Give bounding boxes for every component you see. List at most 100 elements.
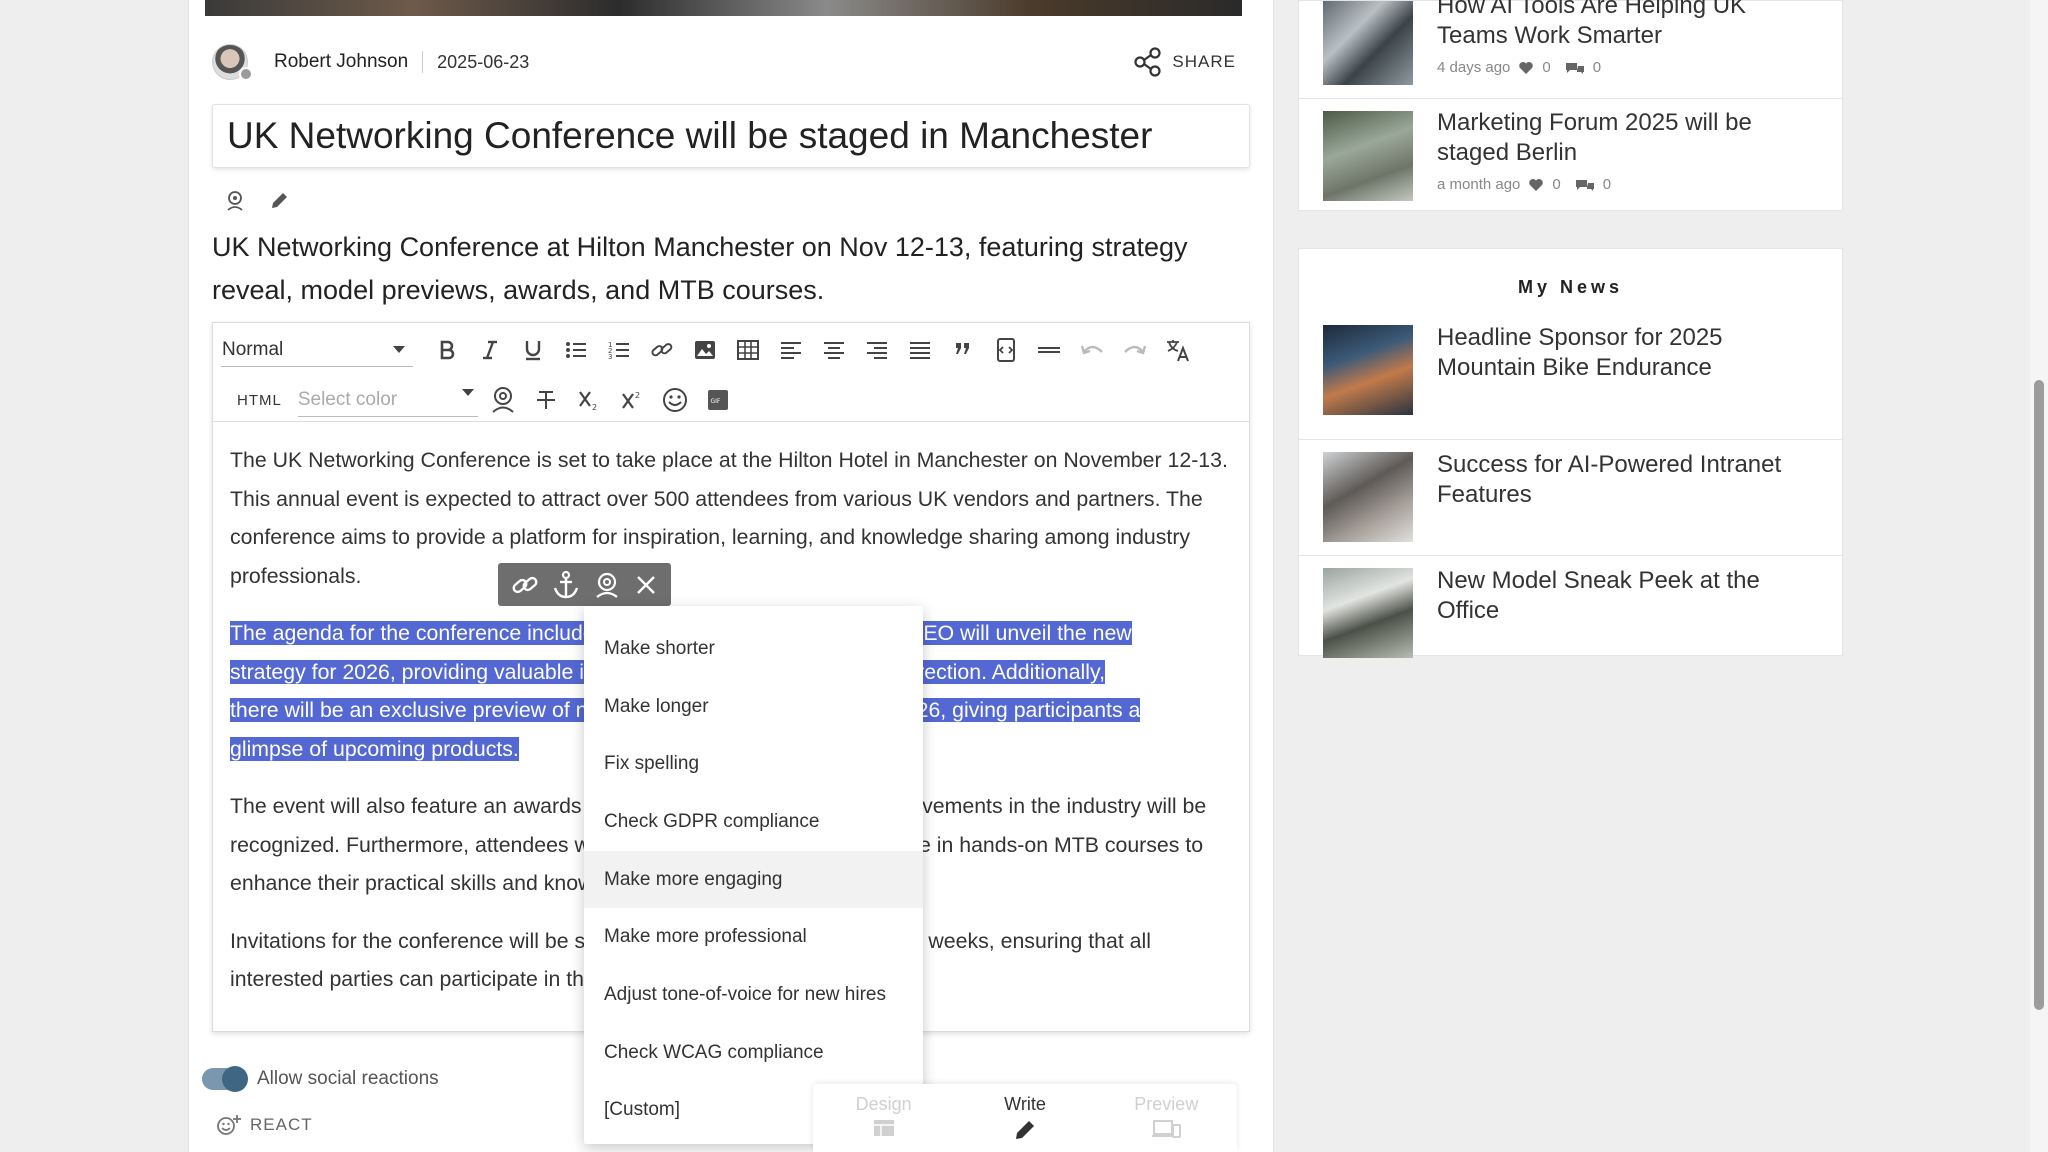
redo-icon [1123,345,1146,355]
align-justify-button[interactable] [898,332,941,368]
ai-assistant-icon[interactable] [225,190,245,212]
news-item[interactable]: How AI Tools Are Helping UK Teams Work S… [1299,0,1842,99]
ai-assistant-icon [492,387,515,413]
link-icon [650,343,672,357]
horizontal-rule-icon [1037,347,1060,353]
strikethrough-button[interactable] [525,382,568,418]
heart-icon[interactable] [1518,61,1534,75]
anchor-icon[interactable] [552,570,580,599]
menu-item-make-professional[interactable]: Make more professional [584,908,923,966]
table-button[interactable] [726,332,769,368]
tab-design[interactable]: Design [813,1084,954,1152]
menu-item-fix-spelling[interactable]: Fix spelling [584,735,923,793]
underline-button[interactable] [511,332,554,368]
react-button[interactable]: REACT [216,1114,313,1136]
strikethrough-icon [537,391,556,409]
horizontal-rule-button[interactable] [1027,332,1070,368]
editor-toolbar: Normal 123 HTML Select color 2 2 GIF [213,323,1249,422]
image-icon [694,341,715,359]
body-paragraph-1: The UK Networking Conference is set to t… [230,448,1228,588]
blockquote-button[interactable] [941,332,984,368]
layout-icon [873,1120,894,1136]
align-right-button[interactable] [855,332,898,368]
ai-assistant-button[interactable] [482,382,525,418]
menu-item-wcag-check[interactable]: Check WCAG compliance [584,1024,923,1082]
title-input[interactable]: UK Networking Conference will be staged … [212,104,1250,168]
emoji-icon [663,388,688,412]
news-title[interactable]: Marketing Forum 2025 will be staged Berl… [1437,108,1818,168]
my-news-card: My News Headline Sponsor for 2025 Mounta… [1298,248,1843,658]
news-text: Success for AI-Powered Intranet Features [1437,450,1818,510]
emoji-button[interactable] [654,382,697,418]
my-news-heading: My News [1517,277,1624,297]
ai-assistant-icon[interactable] [593,571,621,599]
svg-text:GIF: GIF [711,398,721,405]
news-item[interactable]: Marketing Forum 2025 will be staged Berl… [1299,99,1842,211]
numbered-list-button[interactable]: 123 [597,332,640,368]
article-editor-panel: Robert Johnson 2025-06-23 SHARE UK Netwo… [188,0,1274,1152]
news-text: Headline Sponsor for 2025 Mountain Bike … [1437,323,1818,383]
publish-date: 2025-06-23 [437,51,530,72]
add-reaction-icon [217,1115,241,1135]
author-avatar[interactable] [212,44,253,81]
lead-paragraph[interactable]: UK Networking Conference at Hilton Manch… [212,226,1242,312]
menu-item-make-engaging[interactable]: Make more engaging [584,850,923,909]
link-icon[interactable] [511,572,539,598]
code-block-icon [996,338,1015,362]
italic-icon [482,340,497,360]
news-title[interactable]: New Model Sneak Peek at the Office [1437,566,1818,626]
format-dropdown[interactable]: Normal [221,333,413,367]
undo-button[interactable] [1070,332,1113,368]
comments-icon[interactable] [1565,61,1585,75]
news-title[interactable]: Success for AI-Powered Intranet Features [1437,450,1818,510]
redo-button[interactable] [1113,332,1156,368]
italic-button[interactable] [468,332,511,368]
embed-code-button[interactable] [984,332,1027,368]
news-item[interactable]: Success for AI-Powered Intranet Features [1299,440,1842,556]
social-reactions-toggle[interactable] [202,1066,248,1092]
link-button[interactable] [640,332,683,368]
numbered-list-icon: 123 [608,341,629,360]
edit-pencil-icon[interactable] [269,190,289,212]
toolbar-row-1: Normal 123 [221,331,1199,369]
align-center-button[interactable] [812,332,855,368]
superscript-button[interactable]: 2 [611,382,654,418]
align-left-button[interactable] [769,332,812,368]
clear-format-icon[interactable] [634,573,658,597]
bold-button[interactable] [425,332,468,368]
author-name: Robert Johnson [274,51,409,72]
tab-preview[interactable]: Preview [1096,1084,1237,1152]
tab-write[interactable]: Write [954,1084,1095,1152]
translate-button[interactable] [1156,332,1199,368]
menu-item-make-shorter[interactable]: Make shorter [584,620,923,678]
menu-item-adjust-tone[interactable]: Adjust tone-of-voice for new hires [584,966,923,1024]
like-count: 0 [1542,59,1551,76]
share-button[interactable]: SHARE [1134,47,1252,77]
bullet-list-button[interactable] [554,332,597,368]
related-news-card: How AI Tools Are Helping UK Teams Work S… [1298,0,1843,211]
menu-item-gdpr-check[interactable]: Check GDPR compliance [584,793,923,851]
news-thumbnail [1323,325,1413,415]
html-mode-button[interactable]: HTML [237,392,282,409]
subscript-icon: 2 [579,391,597,411]
heart-icon[interactable] [1528,178,1544,192]
news-item[interactable]: New Model Sneak Peek at the Office [1299,556,1842,658]
color-dropdown[interactable]: Select color [297,383,478,417]
table-icon [736,340,759,360]
quote-icon [955,343,969,354]
page-scrollbar[interactable] [2030,0,2048,1152]
tab-preview-label: Preview [1134,1094,1199,1114]
react-label: REACT [250,1115,313,1134]
gif-button[interactable]: GIF [697,382,740,418]
news-item[interactable]: Headline Sponsor for 2025 Mountain Bike … [1299,323,1842,440]
news-title[interactable]: How AI Tools Are Helping UK Teams Work S… [1437,0,1818,51]
share-icon [1134,47,1162,77]
comments-icon[interactable] [1575,178,1595,192]
subscript-button[interactable]: 2 [568,382,611,418]
scrollbar-thumb[interactable] [2034,380,2044,1010]
menu-item-make-longer[interactable]: Make longer [584,678,923,736]
social-reactions-label: Allow social reactions [257,1068,439,1089]
image-button[interactable] [683,332,726,368]
selection-toolbar [498,563,671,606]
news-title[interactable]: Headline Sponsor for 2025 Mountain Bike … [1437,323,1818,383]
